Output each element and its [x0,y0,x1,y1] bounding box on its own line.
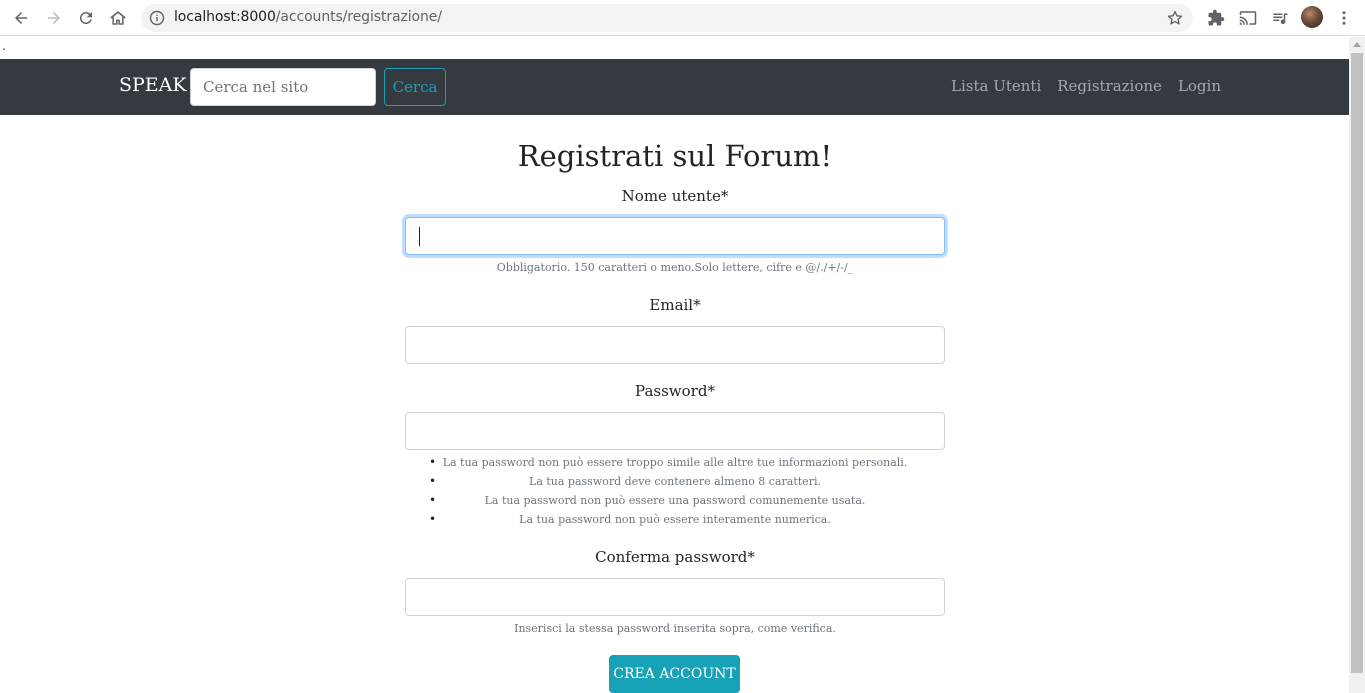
url-text: localhost:8000/accounts/registrazione/ [174,9,442,25]
back-arrow-icon[interactable] [9,6,33,30]
media-queue-icon[interactable] [1269,7,1291,29]
confirm-password-input[interactable] [405,578,945,616]
home-icon[interactable] [106,6,130,30]
create-account-button[interactable]: CREA ACCOUNT [609,655,740,693]
brand-logo[interactable]: SPEAK [119,74,187,96]
profile-avatar[interactable] [1301,6,1323,28]
password-rule: La tua password non può essere una passw… [405,491,945,510]
search-input[interactable] [190,68,376,106]
password-label: Password* [635,382,715,400]
nav-link-registrazione[interactable]: Registrazione [1057,77,1162,95]
bookmark-star-icon[interactable] [1166,9,1184,27]
menu-kebab-icon[interactable] [1333,7,1355,29]
email-label: Email* [649,296,701,314]
text-caret [419,227,420,246]
page-title: Registrati sul Forum! [517,139,833,173]
nav-links: Lista Utenti Registrazione Login [951,77,1221,95]
username-label: Nome utente* [621,187,729,205]
nav-link-login[interactable]: Login [1178,77,1221,95]
email-input[interactable] [405,326,945,364]
page-viewport: . SPEAK Cerca Lista Utenti Registrazione… [0,37,1349,693]
scrollbar-thumb[interactable] [1351,53,1363,673]
navbar: SPEAK Cerca Lista Utenti Registrazione L… [0,59,1349,115]
browser-toolbar: localhost:8000/accounts/registrazione/ [0,0,1365,36]
username-input[interactable] [405,217,945,255]
reload-icon[interactable] [74,6,98,30]
username-help: Obbligatorio. 150 caratteri o meno.Solo … [496,261,854,274]
nav-link-lista-utenti[interactable]: Lista Utenti [951,77,1041,95]
address-bar[interactable]: localhost:8000/accounts/registrazione/ [141,4,1193,32]
page-scrollbar[interactable] [1349,37,1365,693]
password-rule: La tua password deve contenere almeno 8 … [405,472,945,491]
search-button[interactable]: Cerca [384,68,446,106]
confirm-password-label: Conferma password* [595,548,755,566]
forward-arrow-icon[interactable] [42,6,66,30]
extensions-puzzle-icon[interactable] [1205,7,1227,29]
cast-icon[interactable] [1237,7,1259,29]
stray-text: . [2,39,6,53]
password-rule: La tua password non può essere troppo si… [405,453,945,472]
password-input[interactable] [405,412,945,450]
scroll-up-arrow-icon[interactable] [1353,42,1361,47]
confirm-password-help: Inserisci la stessa password inserita so… [514,622,836,635]
password-rules-list: La tua password non può essere troppo si… [405,453,945,529]
password-rule: La tua password non può essere interamen… [405,510,945,529]
info-icon[interactable] [149,10,165,26]
